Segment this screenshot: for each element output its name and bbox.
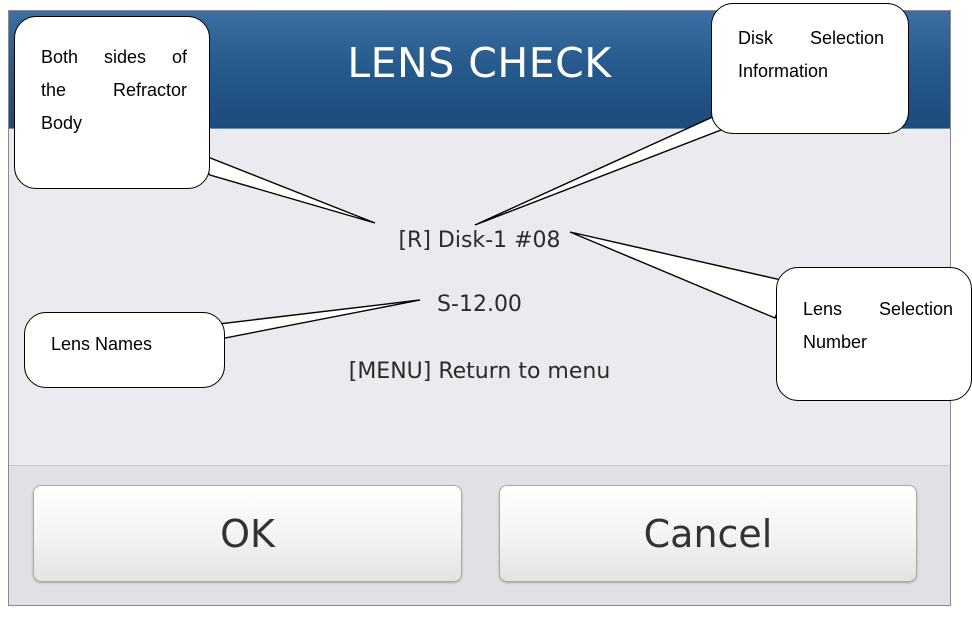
callout-word: sides (103, 47, 147, 67)
callout-word: Refractor (112, 80, 187, 100)
callout-disk-selection: Disk Selection Information (711, 3, 909, 134)
callout-lens-selection: Lens Selection Number (776, 267, 972, 401)
button-bar: OK Cancel (9, 465, 950, 605)
callout-text: Lens Names (51, 334, 153, 354)
callout-word: Body (41, 113, 83, 133)
callout-word: Number (803, 332, 868, 352)
callout-word: Lens (803, 299, 843, 319)
callout-lens-names: Lens Names (24, 312, 225, 388)
callout-word: of (171, 47, 187, 67)
callout-word: Both (41, 47, 79, 67)
callout-both-sides: Both sides of the Refractor Body (14, 16, 210, 189)
cancel-button[interactable]: Cancel (499, 485, 917, 582)
callout-word: Disk (738, 28, 773, 48)
callout-word: the (41, 80, 67, 100)
callout-word: Selection (809, 28, 884, 48)
disk-selection-info: [R] Disk-1 #08 (398, 228, 561, 253)
callout-word: Information (738, 61, 829, 81)
callout-word: Selection (878, 299, 953, 319)
ok-button[interactable]: OK (33, 485, 462, 582)
